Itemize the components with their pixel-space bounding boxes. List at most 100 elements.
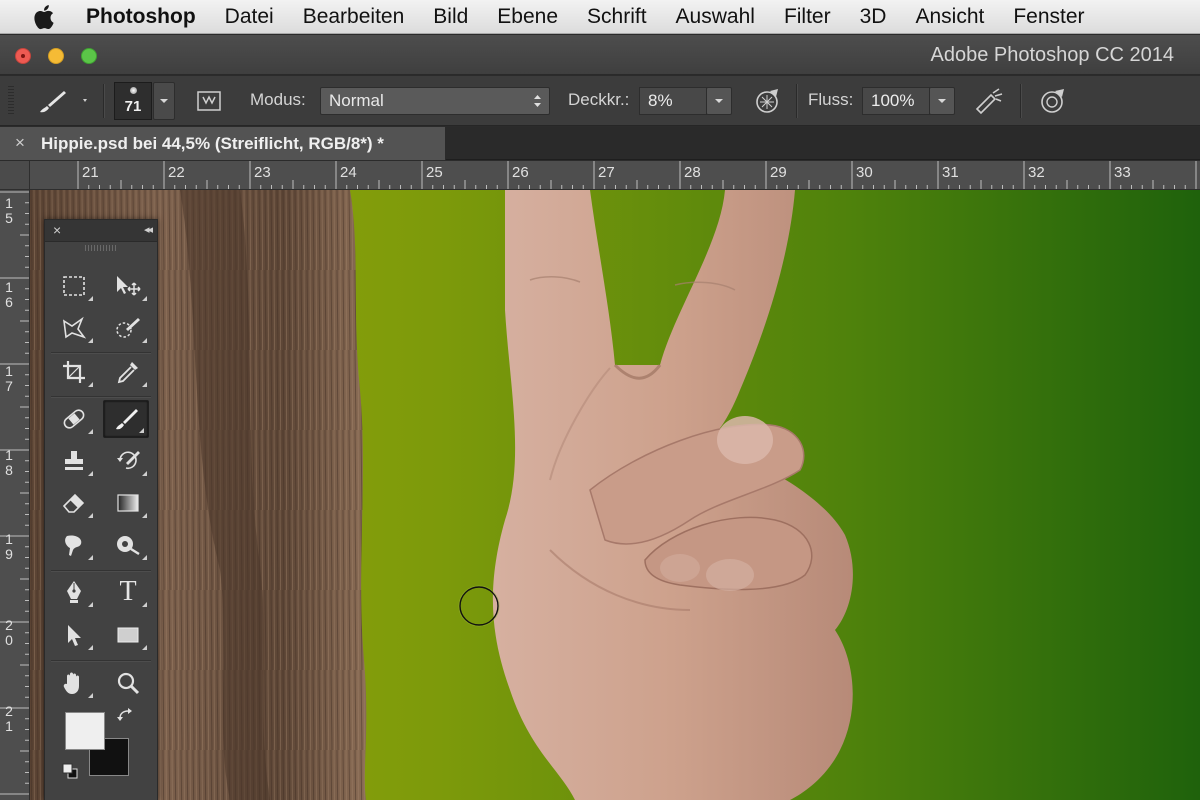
blend-mode-select[interactable]: Normal [320,87,550,115]
default-colors-icon[interactable] [61,762,79,780]
menu-photoshop[interactable]: Photoshop [86,5,196,29]
tool-preset-picker[interactable] [34,86,94,116]
move-tool[interactable] [105,267,151,305]
airbrush-toggle[interactable] [973,87,1005,115]
gradient-tool[interactable] [105,484,151,522]
updown-arrows-icon [534,95,541,107]
blend-mode-value: Normal [329,91,384,110]
horizontal-ruler-ticks [77,161,1197,189]
path-selection-tool[interactable] [51,616,97,654]
zoom-tool[interactable] [105,664,151,702]
menu-datei[interactable]: Datei [225,5,274,29]
options-grip [8,86,14,116]
marquee-icon [63,276,85,296]
gradient-icon [117,494,139,512]
type-icon: T [119,576,137,607]
pen-icon [67,581,81,603]
ruler-h-label: 21 [82,164,99,181]
hand-tool[interactable] [51,664,97,702]
menu-bearbeiten[interactable]: Bearbeiten [303,5,405,29]
ruler-v-label: 1 7 [5,363,13,394]
ruler-v-label: 1 5 [5,195,13,226]
window-minimize-button[interactable] [48,48,64,64]
window-close-button[interactable] [15,48,31,64]
vertical-ruler[interactable]: 1 5 1 6 1 7 1 8 1 9 2 0 2 1 [0,190,30,800]
ruler-origin[interactable] [0,161,30,190]
flow-dropdown[interactable] [929,87,955,115]
pressure-opacity-toggle[interactable] [752,87,782,115]
ruler-h-label: 25 [426,164,443,181]
canvas-image [30,190,1200,800]
menu-auswahl[interactable]: Auswahl [676,5,755,29]
window-zoom-button[interactable] [81,48,97,64]
move-icon [117,276,141,296]
pressure-size-toggle[interactable] [1037,87,1069,115]
tools-panel-header[interactable]: × ◂◂ [45,220,157,242]
ruler-h-label: 29 [770,164,787,181]
macos-menu-bar: Photoshop Datei Bearbeiten Bild Ebene Sc… [0,0,1200,34]
history-brush-icon [117,451,140,470]
ruler-h-label: 31 [942,164,959,181]
brush-size-preview[interactable]: 71 [114,82,152,120]
eyedropper-tool[interactable] [105,353,151,391]
dodge-icon [117,536,140,556]
menu-ebene[interactable]: Ebene [497,5,558,29]
menu-ansicht[interactable]: Ansicht [915,5,984,29]
ruler-h-label: 26 [512,164,529,181]
document-tab-close-button[interactable]: × [15,133,25,153]
menu-fenster[interactable]: Fenster [1013,5,1084,29]
menu-bild[interactable]: Bild [433,5,468,29]
rectangle-tool[interactable] [105,616,151,654]
brush-panel-toggle[interactable] [194,88,224,114]
eraser-tool[interactable] [51,484,97,522]
tool-options-bar: 71 Modus: Normal Deckkr.: 8% Fluss: 100% [0,76,1200,126]
ruler-v-label: 1 9 [5,531,13,562]
chevron-down-icon [715,99,723,103]
menu-schrift[interactable]: Schrift [587,5,647,29]
quick-select-tool[interactable] [105,309,151,347]
quick-select-icon [116,318,140,338]
opacity-input[interactable]: 8% [639,87,707,115]
chevron-down-icon [938,99,946,103]
crop-tool[interactable] [51,353,97,391]
pen-tool[interactable] [51,573,97,611]
flow-input[interactable]: 100% [862,87,930,115]
ruler-v-label: 2 0 [5,617,13,648]
ruler-h-label: 24 [340,164,357,181]
menu-filter[interactable]: Filter [784,5,831,29]
document-canvas[interactable] [30,190,1200,800]
horizontal-ruler[interactable]: 21 22 23 24 25 26 27 28 29 30 31 32 33 [30,161,1200,190]
ruler-h-label: 32 [1028,164,1045,181]
rect-marquee-tool[interactable] [51,267,97,305]
brush-preset-dropdown[interactable] [153,82,175,120]
tools-panel-close-button[interactable]: × [53,222,61,238]
hand-icon [63,672,79,694]
pressure-size-icon [1041,89,1064,113]
crop-icon [63,361,85,383]
ruler-v-label: 1 6 [5,279,13,310]
history-brush-tool[interactable] [105,442,151,480]
foreground-color-swatch[interactable] [65,712,105,750]
opacity-dropdown[interactable] [706,87,732,115]
document-tab-bar: × Hippie.psd bei 44,5% (Streiflicht, RGB… [0,127,1200,160]
smudge-tool[interactable] [51,526,97,564]
apple-menu-icon[interactable] [34,4,64,30]
lasso-icon [62,316,87,339]
lasso-tool[interactable] [51,309,97,347]
type-tool[interactable]: T [105,573,151,611]
brush-size-value: 71 [124,98,142,115]
ruler-h-label: 30 [856,164,873,181]
ruler-h-label: 33 [1114,164,1131,181]
tools-panel-grip[interactable] [85,245,117,251]
document-tab[interactable]: × Hippie.psd bei 44,5% (Streiflicht, RGB… [0,127,446,160]
ruler-v-label: 2 1 [5,703,13,734]
clone-stamp-tool[interactable] [51,442,97,480]
menu-3d[interactable]: 3D [860,5,887,29]
dodge-tool[interactable] [105,526,151,564]
brush-tool[interactable] [103,400,149,438]
window-title-bar: Adobe Photoshop CC 2014 [0,35,1200,75]
document-tab-title: Hippie.psd bei 44,5% (Streiflicht, RGB/8… [41,134,384,153]
swap-colors-icon[interactable] [117,708,135,726]
tools-panel-collapse-button[interactable]: ◂◂ [144,223,153,236]
healing-brush-tool[interactable] [51,400,97,438]
